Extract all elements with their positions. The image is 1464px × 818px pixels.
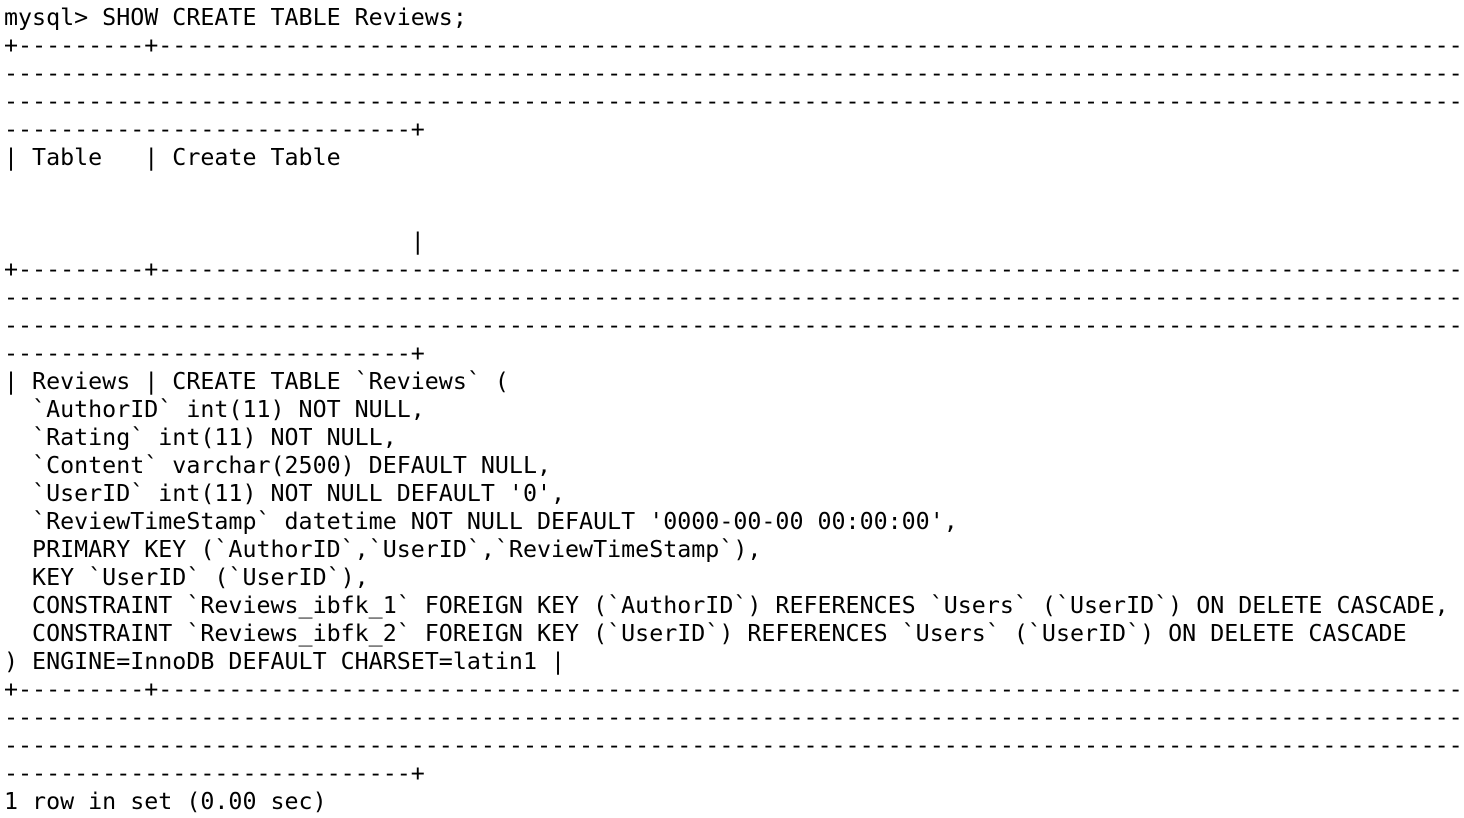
query-status-line: 1 row in set (0.00 sec) (4, 788, 327, 815)
command-prompt-line: mysql> SHOW CREATE TABLE Reviews; (4, 4, 467, 31)
result-row-line: | Reviews | CREATE TABLE `Reviews` ( (4, 368, 509, 395)
result-row-line: `Content` varchar(2500) DEFAULT NULL, (4, 452, 552, 479)
table-border-line: -----------------------------+ (4, 116, 425, 143)
table-border-line: +---------+-----------------------------… (4, 256, 1464, 283)
result-row-line: `ReviewTimeStamp` datetime NOT NULL DEFA… (4, 508, 958, 535)
table-border-line: -----------------------------+ (4, 340, 425, 367)
table-border-line: +---------+-----------------------------… (4, 676, 1464, 703)
table-border-line: ----------------------------------------… (4, 88, 1464, 115)
result-row-line: PRIMARY KEY (`AuthorID`,`UserID`,`Review… (4, 536, 762, 563)
table-border-line: -----------------------------+ (4, 760, 425, 787)
table-border-line: ----------------------------------------… (4, 284, 1464, 311)
table-border-line: +---------+-----------------------------… (4, 32, 1464, 59)
table-border-line: ----------------------------------------… (4, 312, 1464, 339)
table-border-line: ----------------------------------------… (4, 704, 1464, 731)
result-row-line: `UserID` int(11) NOT NULL DEFAULT '0', (4, 480, 566, 507)
result-row-line: KEY `UserID` (`UserID`), (4, 564, 369, 591)
table-header-line: | Table | Create Table (4, 144, 341, 171)
result-row-line: `AuthorID` int(11) NOT NULL, (4, 396, 425, 423)
terminal-output[interactable]: mysql> SHOW CREATE TABLE Reviews; +-----… (4, 4, 1464, 816)
table-border-line: ----------------------------------------… (4, 732, 1464, 759)
result-row-line: CONSTRAINT `Reviews_ibfk_2` FOREIGN KEY … (4, 620, 1407, 647)
result-row-line: `Rating` int(11) NOT NULL, (4, 424, 397, 451)
table-header-end-line: | (4, 228, 425, 255)
result-row-line: CONSTRAINT `Reviews_ibfk_1` FOREIGN KEY … (4, 592, 1449, 619)
table-border-line: ----------------------------------------… (4, 60, 1464, 87)
result-row-line: ) ENGINE=InnoDB DEFAULT CHARSET=latin1 | (4, 648, 566, 675)
